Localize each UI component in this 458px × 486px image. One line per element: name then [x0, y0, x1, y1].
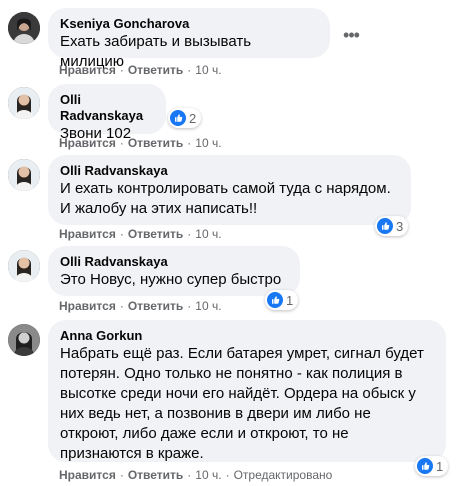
thumbs-up-icon [170, 110, 186, 126]
reaction-number: 1 [286, 292, 294, 308]
like-button[interactable]: Нравится [59, 468, 116, 482]
thumbs-up-icon [417, 458, 433, 474]
reaction-number: 1 [436, 458, 444, 474]
like-button[interactable]: Нравится [59, 227, 116, 241]
like-button[interactable]: Нравится [59, 136, 116, 150]
comment-timestamp[interactable]: 10 ч. [195, 136, 221, 150]
avatar[interactable] [8, 159, 40, 191]
reply-button[interactable]: Ответить [128, 136, 183, 150]
comment-timestamp[interactable]: 10 ч. [195, 227, 221, 241]
comment-author[interactable]: Olli Radvanskaya [60, 254, 288, 270]
comment-author[interactable]: Kseniya Goncharova [60, 16, 318, 32]
edited-label[interactable]: Отредактировано [234, 468, 333, 482]
reaction-count[interactable]: 1 [415, 456, 449, 476]
comment-bubble: Kseniya Goncharova Ехать забирать и вызы… [48, 8, 330, 70]
thumbs-up-icon [377, 218, 393, 234]
reaction-count[interactable]: 3 [375, 216, 409, 236]
comment-bubble: Olli Radvanskaya Звони 102 [48, 84, 166, 142]
comment-actions: Нравится · Ответить · 10 ч. [59, 227, 222, 241]
comment-text: Набрать ещё раз. Если батарея умрет, сиг… [60, 345, 424, 462]
reply-button[interactable]: Ответить [128, 227, 183, 241]
comment-bubble: Olli Radvanskaya И ехать контролировать … [48, 155, 411, 225]
reply-button[interactable]: Ответить [128, 468, 183, 482]
comment-timestamp[interactable]: 10 ч. [195, 468, 221, 482]
comment-bubble: Olli Radvanskaya Это Новус, нужно супер … [48, 246, 300, 296]
comment-actions: Нравится · Ответить · 10 ч. · Отредактировано [59, 468, 333, 482]
avatar[interactable] [8, 87, 40, 119]
thumbs-up-icon [267, 292, 283, 308]
comment-author[interactable]: Olli Radvanskaya [60, 92, 154, 124]
like-button[interactable]: Нравится [59, 299, 116, 313]
avatar[interactable] [8, 12, 40, 44]
more-options-icon[interactable]: ••• [337, 21, 365, 49]
reply-button[interactable]: Ответить [128, 63, 183, 77]
comment-actions: Нравится · Ответить · 10 ч. [59, 299, 222, 313]
comment-author[interactable]: Anna Gorkun [60, 328, 434, 344]
comment-timestamp[interactable]: 10 ч. [195, 299, 221, 313]
comment-actions: Нравится · Ответить · 10 ч. [59, 63, 222, 77]
comment-text: Это Новус, нужно супер быстро [60, 271, 282, 288]
reaction-count[interactable]: 2 [168, 108, 202, 128]
avatar[interactable] [8, 324, 40, 356]
reply-button[interactable]: Ответить [128, 299, 183, 313]
comment-timestamp[interactable]: 10 ч. [195, 63, 221, 77]
avatar[interactable] [8, 250, 40, 282]
like-button[interactable]: Нравится [59, 63, 116, 77]
reaction-number: 3 [396, 218, 404, 234]
reaction-count[interactable]: 1 [265, 290, 299, 310]
comment-bubble: Anna Gorkun Набрать ещё раз. Если батаре… [48, 320, 446, 462]
comment-text: И ехать контролировать самой туда с наря… [60, 180, 391, 217]
comment-actions: Нравится · Ответить · 10 ч. [59, 136, 222, 150]
reaction-number: 2 [189, 110, 197, 126]
comment-author[interactable]: Olli Radvanskaya [60, 163, 399, 179]
